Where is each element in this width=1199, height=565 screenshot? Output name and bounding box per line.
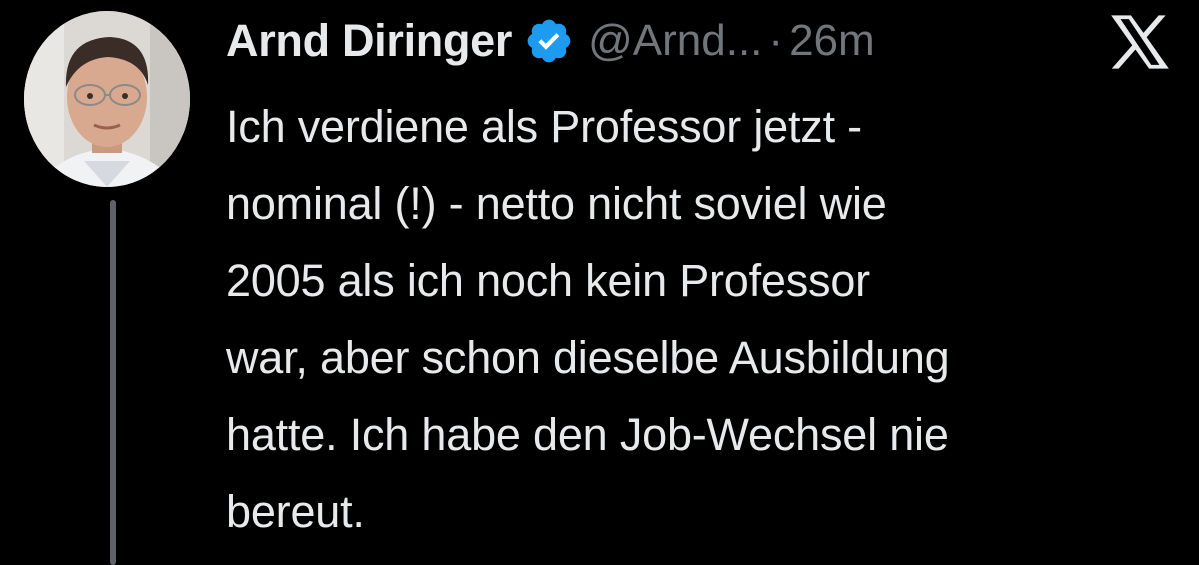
tweet-body-text: Ich verdiene als Professor jetzt - nomin… bbox=[226, 101, 950, 537]
avatar[interactable] bbox=[24, 11, 190, 187]
tweet-header: Arnd Diringer @Arnd... · 26m bbox=[226, 10, 875, 72]
author-handle[interactable]: @Arnd... bbox=[588, 16, 762, 66]
thread-connector-line bbox=[110, 200, 116, 565]
verified-badge-icon[interactable] bbox=[524, 16, 574, 66]
x-logo-icon[interactable] bbox=[1108, 14, 1172, 70]
timestamp[interactable]: 26m bbox=[789, 16, 875, 66]
separator-dot: · bbox=[768, 16, 784, 65]
author-display-name[interactable]: Arnd Diringer bbox=[226, 15, 512, 67]
tweet-card[interactable]: Arnd Diringer @Arnd... · 26m Ich verdien… bbox=[0, 0, 1199, 565]
profile-photo-icon bbox=[24, 11, 190, 187]
